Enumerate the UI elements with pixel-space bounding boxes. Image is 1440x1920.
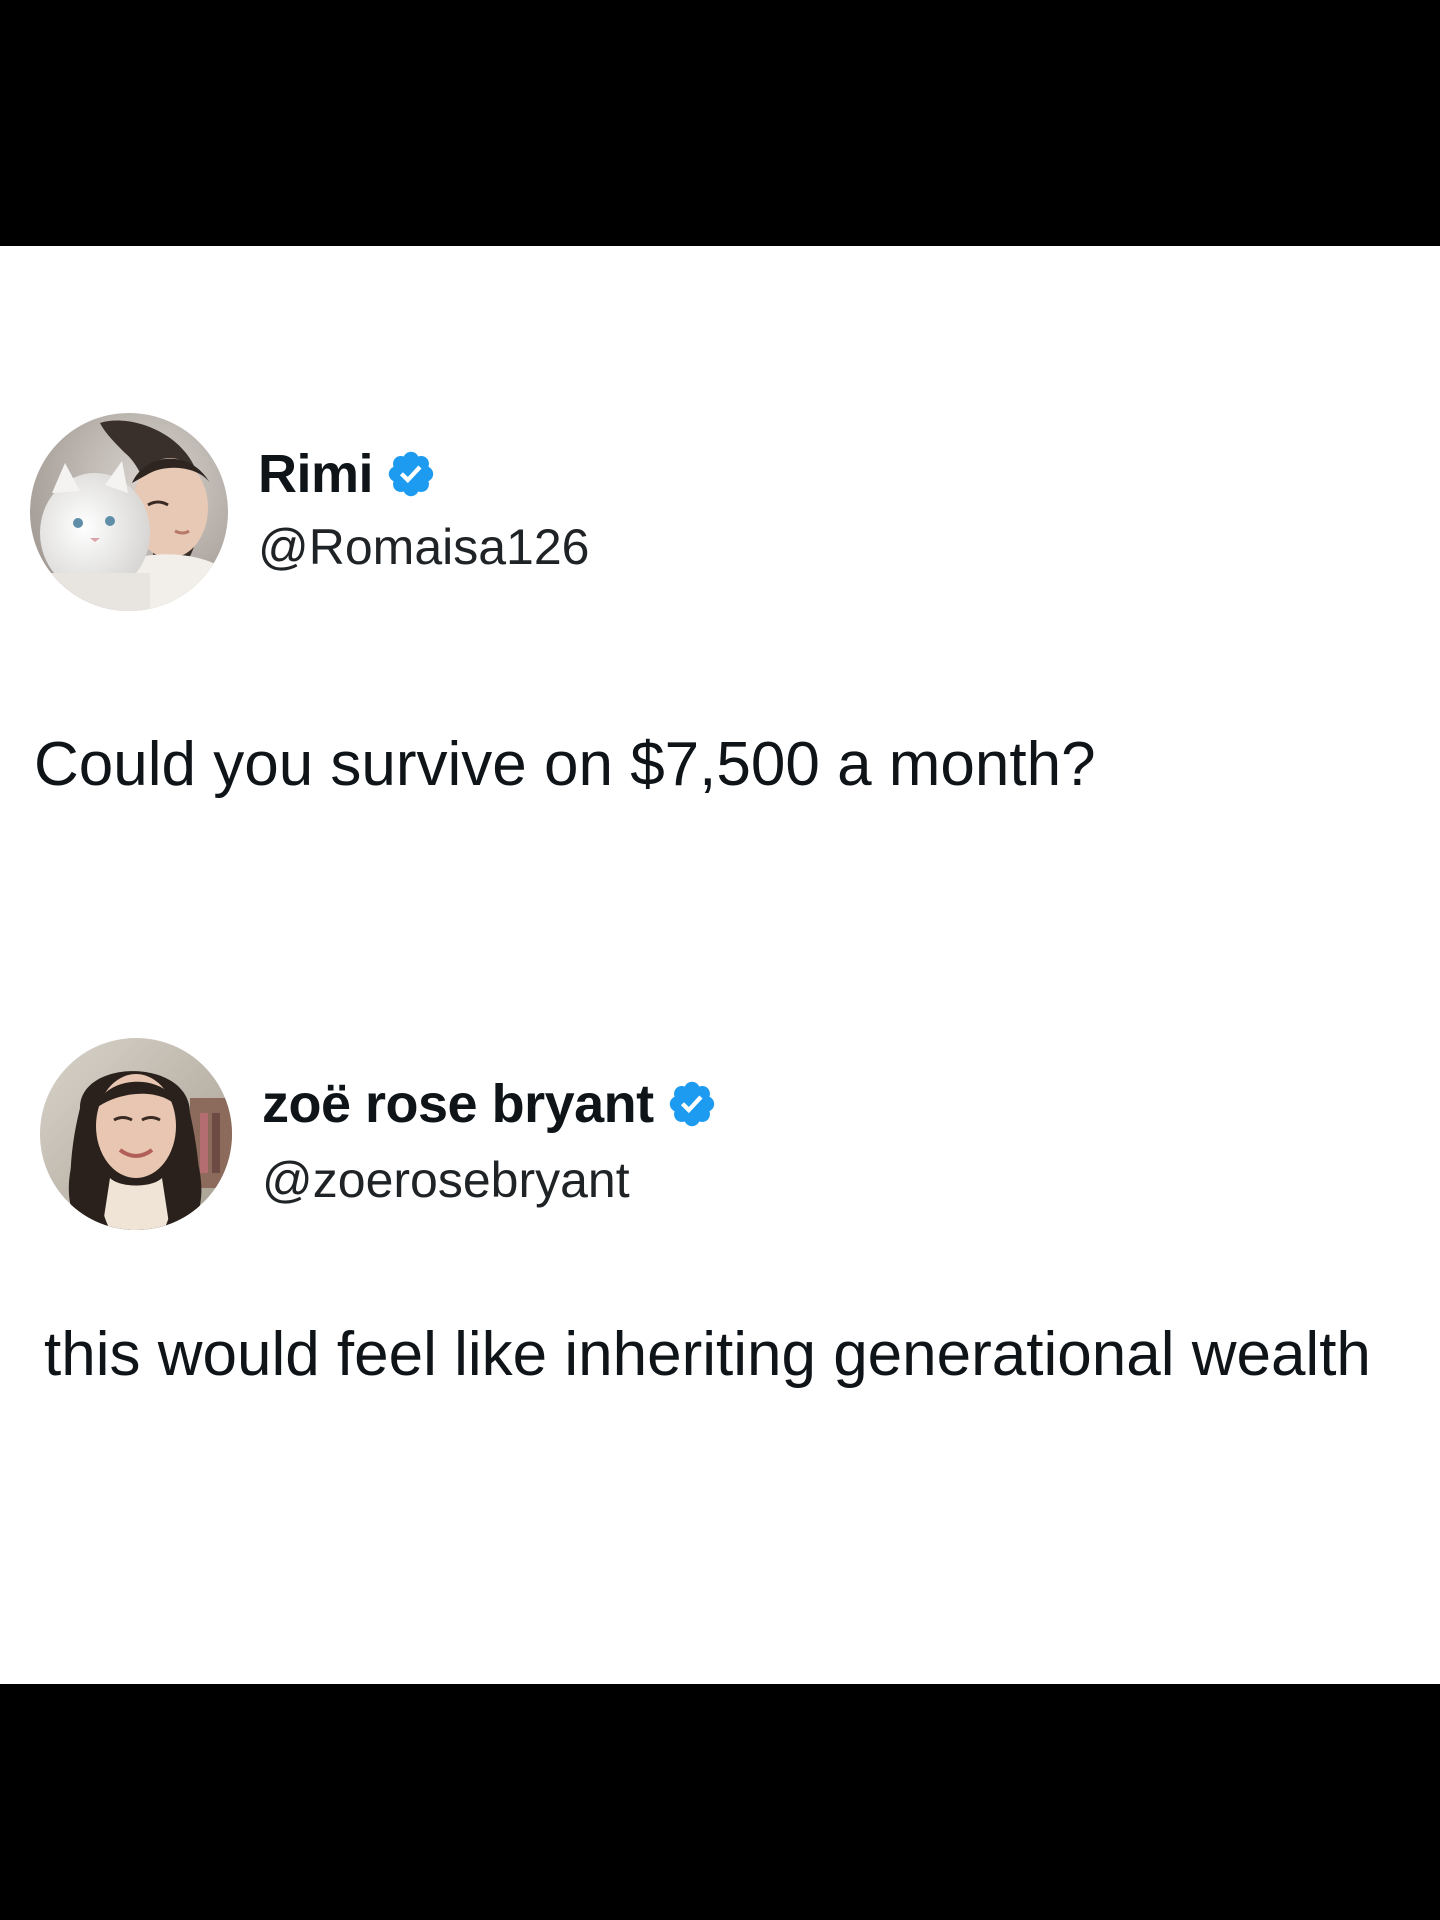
user-handle[interactable]: @Romaisa126 xyxy=(258,517,589,577)
user-handle[interactable]: @zoerosebryant xyxy=(262,1150,630,1210)
avatar-smiling-woman-dark-hair-icon xyxy=(40,1038,232,1230)
name-row: zoë rose bryant xyxy=(262,1073,718,1135)
display-name[interactable]: zoë rose bryant xyxy=(262,1073,654,1135)
tweet-text: Could you survive on $7,500 a month? xyxy=(34,730,1096,799)
display-name[interactable]: Rimi xyxy=(258,443,374,505)
name-row: Rimi xyxy=(258,443,437,505)
screenshot-card: Rimi @Romaisa126 Could you survive on $7… xyxy=(0,246,1440,1684)
avatar-woman-with-white-cat-icon xyxy=(30,413,228,611)
verified-badge-icon xyxy=(666,1078,718,1130)
user-avatar[interactable] xyxy=(30,413,228,611)
verified-badge-icon xyxy=(385,448,437,500)
user-avatar[interactable] xyxy=(40,1038,232,1230)
tweet-text: this would feel like inheriting generati… xyxy=(44,1320,1371,1389)
